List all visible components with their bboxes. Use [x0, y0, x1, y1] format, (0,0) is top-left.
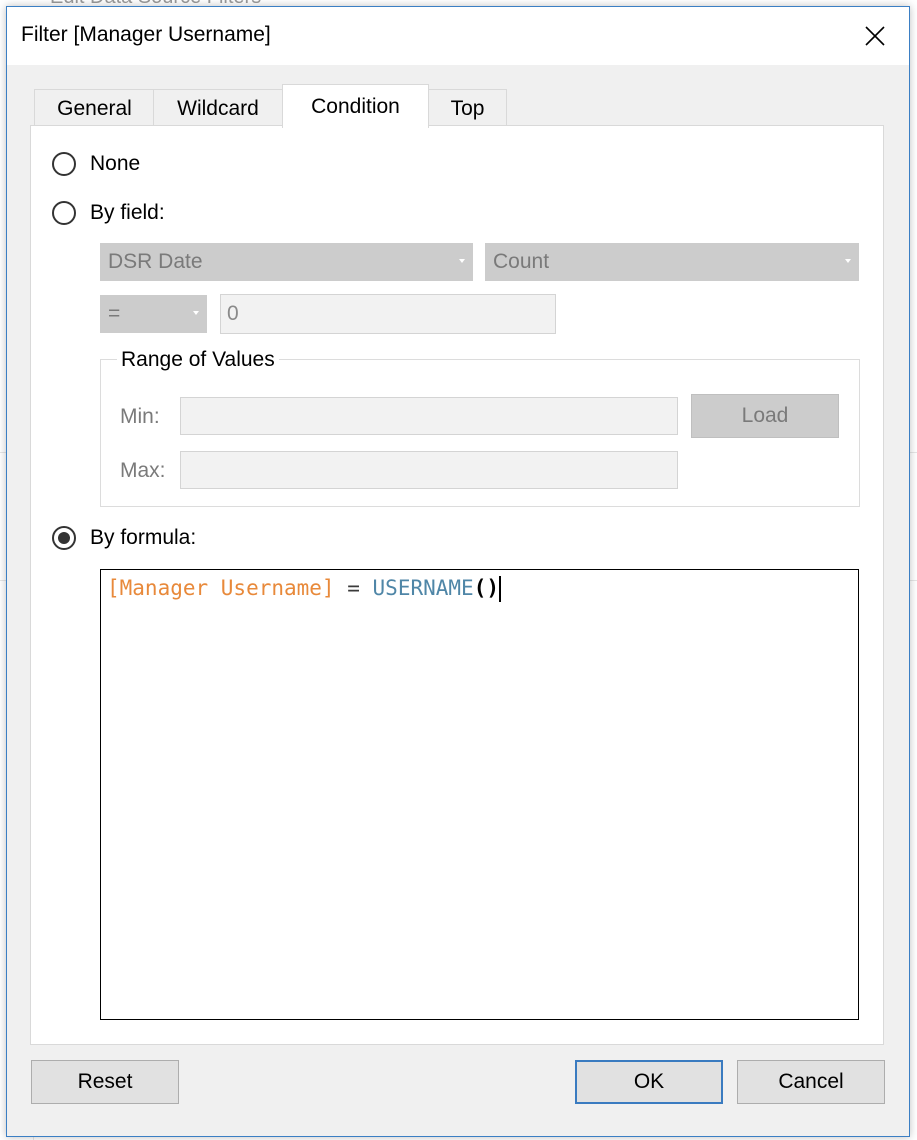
radio-by-field[interactable]: By field: — [52, 201, 165, 225]
formula-parens-token: () — [473, 576, 499, 600]
chevron-down-icon — [459, 259, 465, 263]
chevron-down-icon — [193, 311, 199, 315]
dialog-titlebar: Filter [Manager Username] — [7, 7, 909, 65]
radio-none[interactable]: None — [52, 152, 140, 176]
tab-condition[interactable]: Condition — [282, 84, 429, 128]
radio-none-button[interactable] — [52, 152, 76, 176]
radio-none-label: None — [90, 152, 141, 175]
aggregation-select: Count — [485, 243, 859, 281]
dialog-title: Filter [Manager Username] — [21, 23, 271, 46]
formula-editor[interactable]: [Manager Username] = USERNAME() — [100, 569, 859, 1020]
tab-top[interactable]: Top — [428, 89, 507, 127]
min-label: Min: — [120, 405, 160, 428]
field-select: DSR Date — [100, 243, 473, 281]
radio-by-formula-button[interactable] — [52, 526, 76, 550]
close-button[interactable] — [841, 7, 909, 65]
radio-by-formula[interactable]: By formula: — [52, 526, 196, 550]
formula-operator-token: = — [347, 576, 373, 600]
min-input — [180, 397, 678, 435]
reset-button[interactable]: Reset — [31, 1060, 179, 1104]
operator-select-value: = — [108, 302, 121, 325]
max-label: Max: — [120, 459, 166, 482]
ok-button[interactable]: OK — [575, 1060, 723, 1104]
radio-by-formula-label: By formula: — [90, 526, 197, 549]
tab-wildcard[interactable]: Wildcard — [153, 89, 283, 127]
chevron-down-icon — [845, 259, 851, 263]
radio-by-field-label: By field: — [90, 201, 165, 224]
value-input-text: 0 — [227, 302, 239, 325]
operator-select: = — [100, 295, 207, 333]
formula-field-token: [Manager Username] — [107, 576, 335, 600]
close-icon — [865, 26, 885, 46]
load-button: Load — [691, 394, 839, 438]
tab-general[interactable]: General — [34, 89, 155, 127]
text-caret — [498, 576, 501, 602]
range-of-values-label: Range of Values — [117, 348, 279, 372]
formula-function-token: USERNAME — [372, 576, 474, 600]
aggregation-select-value: Count — [493, 250, 550, 273]
filter-dialog: Filter [Manager Username] General Wildca… — [6, 6, 910, 1137]
radio-by-field-button[interactable] — [52, 201, 76, 225]
cancel-button[interactable]: Cancel — [737, 1060, 885, 1104]
value-input: 0 — [220, 294, 556, 334]
max-input — [180, 451, 678, 489]
field-select-value: DSR Date — [108, 250, 203, 273]
